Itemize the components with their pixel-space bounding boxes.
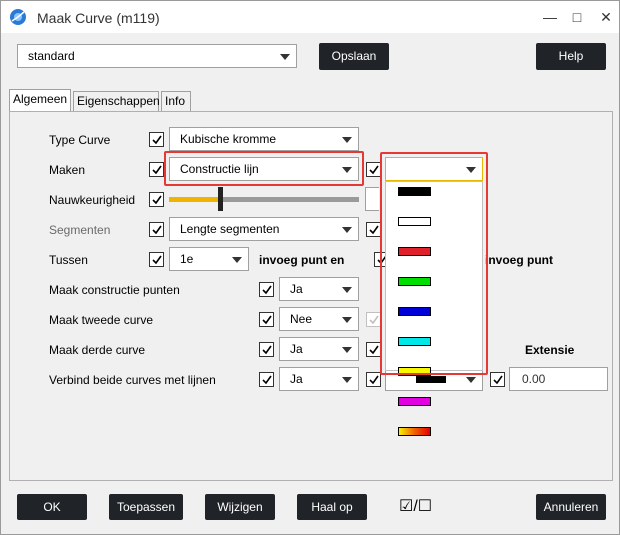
verbind-label: Verbind beide curves met lijnen [49, 373, 216, 387]
segmenten-label: Segmenten [49, 223, 111, 237]
app-logo-icon [10, 9, 26, 25]
chevron-down-icon [342, 377, 352, 383]
save-button[interactable]: Opslaan [319, 43, 389, 70]
color-swatch-option[interactable] [398, 427, 431, 436]
tussen-suffix-label: invoeg punt en [259, 253, 345, 267]
chevron-down-icon [342, 317, 352, 323]
tweede-curve-value: Nee [290, 312, 313, 326]
change-button[interactable]: Wijzigen [205, 494, 275, 520]
constructie-punten-select[interactable]: Ja [279, 277, 359, 301]
maken-highlight-box [164, 151, 364, 186]
chevron-down-icon [280, 54, 290, 60]
tussen-value: 1e [180, 252, 194, 266]
nauwkeurigheid-label: Nauwkeurigheid [49, 193, 136, 207]
chevron-down-icon [342, 287, 352, 293]
type-curve-checkbox[interactable] [149, 132, 164, 147]
accuracy-slider-fill [169, 197, 221, 202]
derde-curve-checkbox[interactable] [259, 342, 274, 357]
derde-curve-value: Ja [290, 342, 303, 356]
maximize-icon[interactable]: □ [566, 7, 588, 27]
ok-button[interactable]: OK [17, 494, 87, 520]
type-curve-select[interactable]: Kubische kromme [169, 127, 359, 151]
extensie-label: Extensie [525, 343, 575, 357]
tab-eigenschappen[interactable]: Eigenschappen [73, 91, 160, 111]
color-checkbox[interactable] [366, 162, 381, 177]
tweede-curve-label: Maak tweede curve [49, 313, 154, 327]
chevron-down-icon [342, 137, 352, 143]
accuracy-slider-thumb[interactable] [218, 187, 224, 211]
tussen-label: Tussen [49, 253, 88, 267]
extensie-checkbox[interactable] [490, 372, 505, 387]
segmenten-extra-checkbox[interactable] [366, 222, 381, 237]
fetch-button[interactable]: Haal op [297, 494, 367, 520]
tussen-suffix2-label: invoeg punt [485, 253, 553, 267]
tussen-select[interactable]: 1e [169, 247, 249, 271]
toggle-all-checkbox-icon[interactable]: ☑/☐ [399, 496, 432, 516]
tab-info[interactable]: Info [161, 91, 191, 111]
chevron-down-icon [232, 257, 242, 263]
accuracy-value-field[interactable] [365, 187, 379, 211]
segmenten-checkbox[interactable] [149, 222, 164, 237]
apply-button[interactable]: Toepassen [109, 494, 183, 520]
window-title: Maak Curve (m119) [37, 10, 160, 26]
preset-value: standard [28, 49, 75, 63]
constructie-punten-value: Ja [290, 282, 303, 296]
tweede-curve-select[interactable]: Nee [279, 307, 359, 331]
tab-algemeen[interactable]: Algemeen [9, 89, 71, 111]
color-swatch-option[interactable] [398, 397, 431, 406]
extensie-input[interactable]: 0.00 [509, 367, 608, 391]
tweede-curve-extra-checkbox[interactable] [366, 312, 381, 327]
help-button[interactable]: Help [536, 43, 606, 70]
chevron-down-icon [342, 227, 352, 233]
tweede-curve-checkbox[interactable] [259, 312, 274, 327]
verbind-select[interactable]: Ja [279, 367, 359, 391]
nauwkeurigheid-checkbox[interactable] [149, 192, 164, 207]
tussen-checkbox[interactable] [149, 252, 164, 267]
chevron-down-icon [466, 377, 476, 383]
maken-label: Maken [49, 163, 86, 177]
verbind-checkbox[interactable] [259, 372, 274, 387]
minimize-icon[interactable]: — [539, 7, 561, 27]
verbind-color-checkbox[interactable] [366, 372, 381, 387]
cancel-button[interactable]: Annuleren [536, 494, 606, 520]
line-color-preview [416, 376, 446, 383]
type-curve-value: Kubische kromme [180, 132, 277, 146]
verbind-value: Ja [290, 372, 303, 386]
segmenten-value: Lengte segmenten [180, 222, 280, 236]
derde-curve-extra-checkbox[interactable] [366, 342, 381, 357]
chevron-down-icon [342, 347, 352, 353]
derde-curve-label: Maak derde curve [49, 343, 146, 357]
color-highlight-box [380, 152, 488, 375]
type-curve-label: Type Curve [49, 133, 111, 147]
close-icon[interactable]: ✕ [595, 7, 617, 27]
accuracy-slider-track[interactable] [169, 197, 359, 202]
preset-select[interactable]: standard [17, 44, 297, 68]
constructie-punten-checkbox[interactable] [259, 282, 274, 297]
dialog-window: Maak Curve (m119) — □ ✕ standard Opslaan… [0, 0, 620, 535]
maken-checkbox[interactable] [149, 162, 164, 177]
constructie-punten-label: Maak constructie punten [49, 283, 180, 297]
title-bar: Maak Curve (m119) — □ ✕ [1, 1, 619, 33]
segmenten-select[interactable]: Lengte segmenten [169, 217, 359, 241]
derde-curve-select[interactable]: Ja [279, 337, 359, 361]
